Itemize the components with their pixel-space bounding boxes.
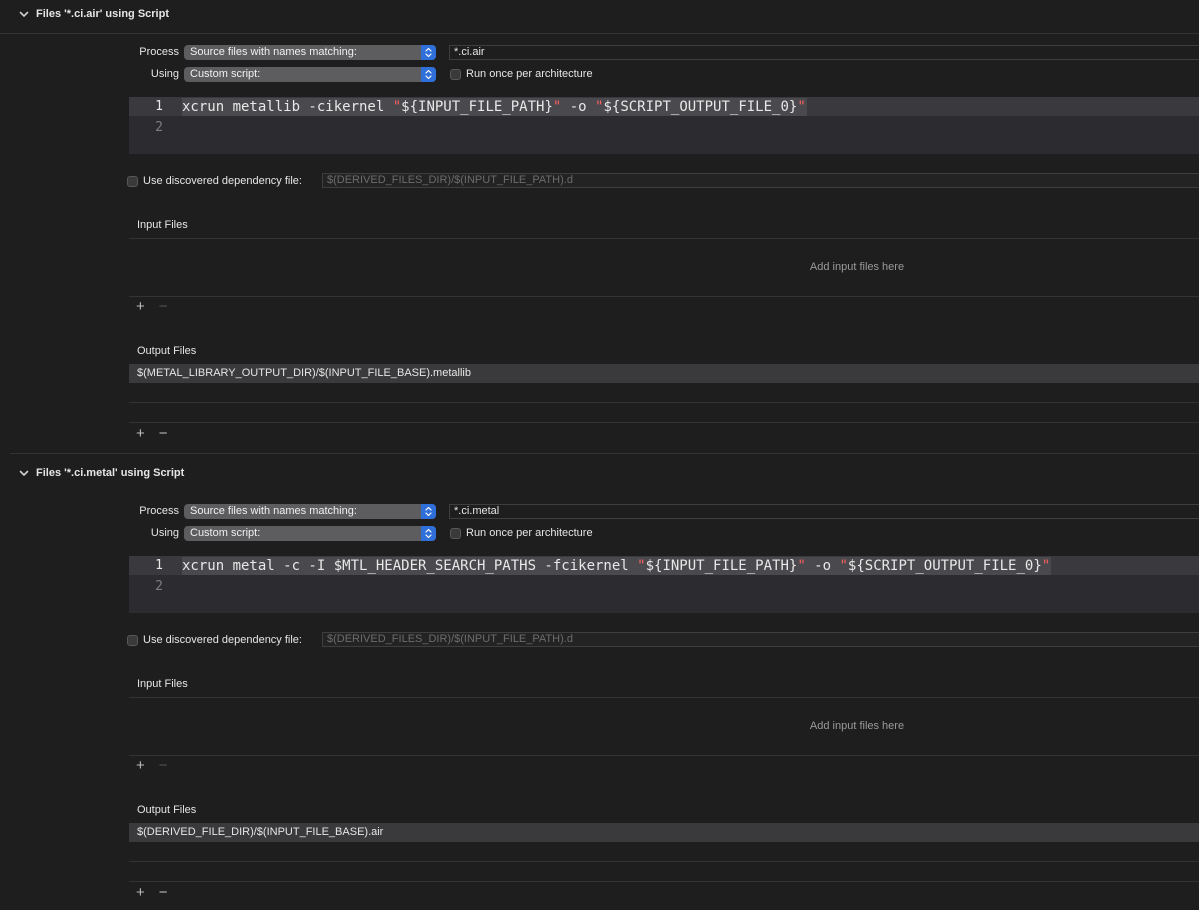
divider — [129, 296, 1199, 297]
dependency-file-checkbox[interactable] — [127, 635, 138, 646]
up-down-stepper-icon — [421, 526, 436, 541]
dependency-file-field[interactable]: $(DERIVED_FILES_DIR)/$(INPUT_FILE_PATH).… — [322, 173, 1199, 188]
code-segment: xcrun metal -c -I $MTL_HEADER_SEARCH_PAT… — [182, 558, 638, 574]
input-files-controls: + − — [136, 299, 168, 314]
remove-output-file-button[interactable]: − — [159, 884, 168, 901]
input-files-controls: + − — [136, 758, 168, 773]
rule-header[interactable]: Files '*.ci.metal' using Script — [18, 465, 184, 481]
section-divider — [10, 453, 1199, 454]
script-line[interactable]: xcrun metal -c -I $MTL_HEADER_SEARCH_PAT… — [182, 557, 1052, 575]
rule-title: Files '*.ci.air' using Script — [36, 8, 169, 20]
input-files-label: Input Files — [137, 219, 188, 231]
pattern-field[interactable]: *.ci.air — [449, 45, 1199, 60]
line-number: 1 — [155, 99, 163, 114]
using-popup[interactable]: Custom script: — [184, 67, 436, 82]
using-popup-value: Custom script: — [190, 527, 261, 539]
code-quote: " — [839, 558, 848, 574]
code-quote: " — [392, 99, 402, 115]
output-files-label: Output Files — [137, 804, 197, 816]
dependency-file-label: Use discovered dependency file: — [143, 175, 302, 187]
line-number: 2 — [155, 579, 163, 594]
add-input-file-button[interactable]: + — [136, 757, 145, 774]
add-output-file-button[interactable]: + — [136, 425, 145, 442]
input-files-label: Input Files — [137, 678, 188, 690]
dependency-file-field[interactable]: $(DERIVED_FILES_DIR)/$(INPUT_FILE_PATH).… — [322, 632, 1199, 647]
up-down-stepper-icon — [421, 504, 436, 519]
output-file-row[interactable]: $(DERIVED_FILE_DIR)/$(INPUT_FILE_BASE).a… — [129, 823, 1199, 842]
rule-title: Files '*.ci.metal' using Script — [36, 467, 185, 479]
using-popup[interactable]: Custom script: — [184, 526, 436, 541]
script-editor[interactable]: 1 2 xcrun metallib -cikernel "${INPUT_FI… — [129, 97, 1199, 154]
remove-input-file-button[interactable]: − — [159, 298, 168, 315]
divider — [129, 881, 1199, 882]
output-files-label: Output Files — [137, 345, 197, 357]
code-segment: ${SCRIPT_OUTPUT_FILE_0} — [847, 558, 1042, 574]
divider — [129, 238, 1199, 239]
divider — [129, 861, 1199, 862]
output-files-controls: + − — [136, 885, 168, 900]
run-once-label: Run once per architecture — [466, 68, 593, 80]
script-line[interactable]: xcrun metallib -cikernel "${INPUT_FILE_P… — [182, 98, 807, 116]
add-input-file-button[interactable]: + — [136, 298, 145, 315]
input-files-placeholder: Add input files here — [809, 720, 905, 732]
section-divider — [0, 33, 1199, 34]
chevron-down-icon[interactable] — [18, 8, 30, 20]
pattern-field[interactable]: *.ci.metal — [449, 504, 1199, 519]
divider — [129, 402, 1199, 403]
code-quote: " — [637, 558, 646, 574]
line-number: 2 — [155, 120, 163, 135]
using-popup-value: Custom script: — [190, 68, 261, 80]
up-down-stepper-icon — [421, 67, 436, 82]
remove-output-file-button[interactable]: − — [159, 425, 168, 442]
run-once-checkbox[interactable] — [450, 69, 461, 80]
code-quote: " — [797, 99, 806, 115]
code-quote: " — [1041, 558, 1051, 574]
process-label: Process — [139, 505, 179, 517]
divider — [129, 422, 1199, 423]
code-segment: -o — [561, 99, 596, 115]
run-once-checkbox[interactable] — [450, 528, 461, 539]
rule-header[interactable]: Files '*.ci.air' using Script — [18, 6, 169, 22]
code-segment: xcrun metallib -cikernel — [182, 99, 393, 115]
line-number: 1 — [155, 558, 163, 573]
output-files-controls: + − — [136, 426, 168, 441]
code-segment: -o — [805, 558, 840, 574]
process-popup[interactable]: Source files with names matching: — [184, 504, 436, 519]
remove-input-file-button[interactable]: − — [159, 757, 168, 774]
dependency-file-label: Use discovered dependency file: — [143, 634, 302, 646]
using-label: Using — [150, 68, 179, 80]
divider — [129, 755, 1199, 756]
add-output-file-button[interactable]: + — [136, 884, 145, 901]
process-popup[interactable]: Source files with names matching: — [184, 45, 436, 60]
code-quote: " — [797, 558, 806, 574]
dependency-file-checkbox[interactable] — [127, 176, 138, 187]
code-segment: ${INPUT_FILE_PATH} — [401, 99, 553, 115]
up-down-stepper-icon — [421, 45, 436, 60]
chevron-down-icon[interactable] — [18, 467, 30, 479]
output-file-row[interactable]: $(METAL_LIBRARY_OUTPUT_DIR)/$(INPUT_FILE… — [129, 364, 1199, 383]
process-label: Process — [139, 46, 179, 58]
run-once-label: Run once per architecture — [466, 527, 593, 539]
divider — [129, 697, 1199, 698]
code-segment: ${INPUT_FILE_PATH} — [645, 558, 798, 574]
code-segment: ${SCRIPT_OUTPUT_FILE_0} — [603, 99, 798, 115]
input-files-placeholder: Add input files here — [809, 261, 905, 273]
process-popup-value: Source files with names matching: — [190, 46, 357, 58]
using-label: Using — [150, 527, 179, 539]
process-popup-value: Source files with names matching: — [190, 505, 357, 517]
script-editor[interactable]: 1 2 xcrun metal -c -I $MTL_HEADER_SEARCH… — [129, 556, 1199, 613]
